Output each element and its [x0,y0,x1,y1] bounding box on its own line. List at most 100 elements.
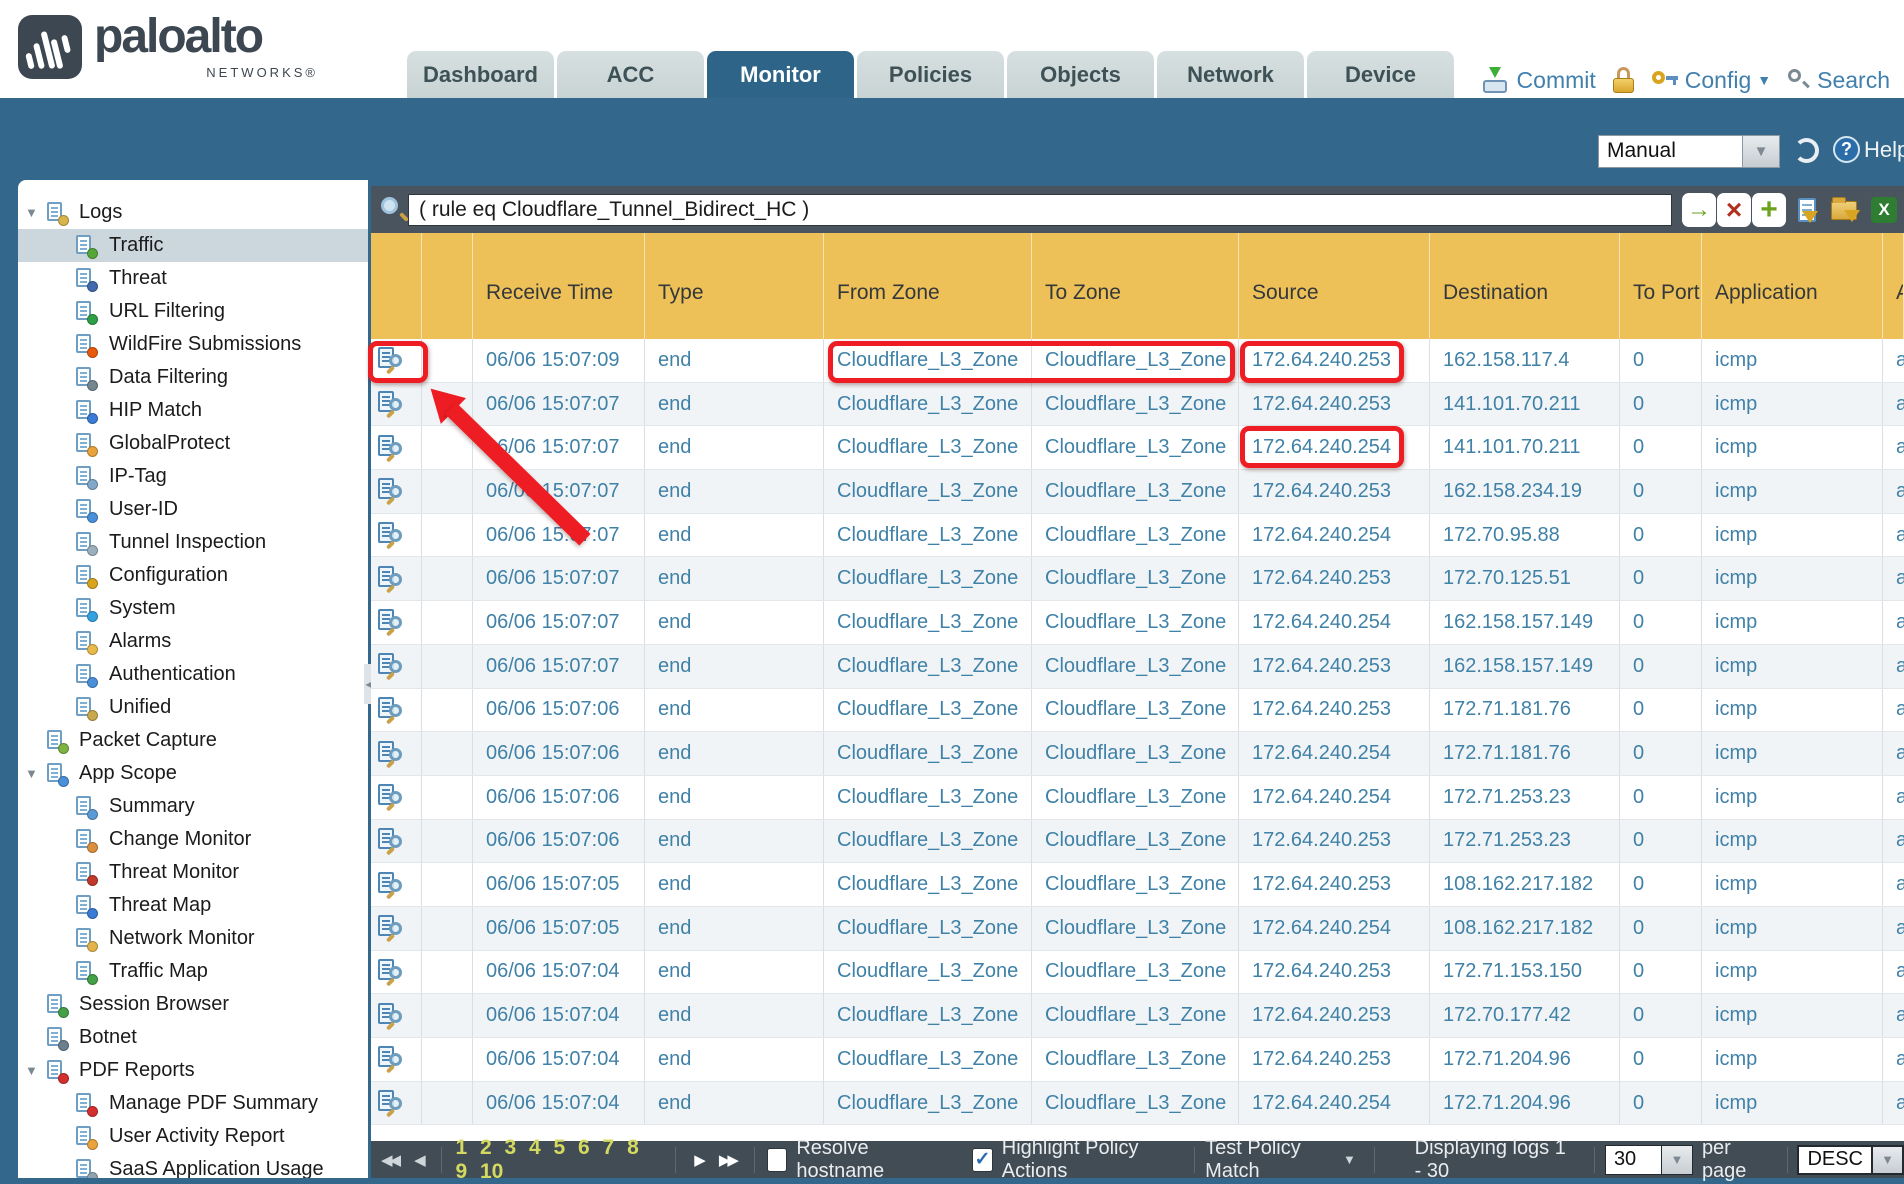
detail-cell[interactable] [371,907,422,950]
column-header-from-zone[interactable]: From Zone [824,233,1032,339]
highlight-policy-checkbox[interactable]: ✓ [972,1148,993,1172]
column-header-action[interactable]: A [1883,233,1904,339]
table-row[interactable]: 06/06 15:07:04endCloudflare_L3_ZoneCloud… [371,1038,1904,1082]
sidebar-item-app-scope[interactable]: ▼App Scope [18,757,368,790]
export-icon[interactable]: X [1867,193,1901,227]
sidebar-item-tunnel-inspection[interactable]: Tunnel Inspection [18,526,368,559]
apply-filter-icon[interactable]: → [1682,193,1716,227]
detail-cell[interactable] [371,383,422,426]
table-row[interactable]: 06/06 15:07:07endCloudflare_L3_ZoneCloud… [371,470,1904,514]
sidebar-item-manage-pdf-summary[interactable]: Manage PDF Summary [18,1087,368,1120]
log-detail-icon[interactable] [377,1002,407,1030]
tab-network[interactable]: Network [1157,51,1304,98]
sidebar-item-traffic[interactable]: Traffic [18,229,368,262]
sidebar-item-session-browser[interactable]: Session Browser [18,988,368,1021]
sidebar-item-threat[interactable]: Threat [18,262,368,295]
table-row[interactable]: 06/06 15:07:05endCloudflare_L3_ZoneCloud… [371,907,1904,951]
table-row[interactable]: 06/06 15:07:06endCloudflare_L3_ZoneCloud… [371,820,1904,864]
column-header-source[interactable]: Source [1239,233,1430,339]
table-row[interactable]: 06/06 15:07:07endCloudflare_L3_ZoneCloud… [371,426,1904,470]
table-row[interactable]: 06/06 15:07:04endCloudflare_L3_ZoneCloud… [371,994,1904,1038]
test-policy-match-button[interactable]: Test Policy Match ▼ [1205,1137,1356,1183]
sidebar-item-user-activity-report[interactable]: User Activity Report [18,1120,368,1153]
table-row[interactable]: 06/06 15:07:09endCloudflare_L3_ZoneCloud… [371,339,1904,383]
log-detail-icon[interactable] [377,565,407,593]
tree-expand-icon[interactable]: ▼ [25,766,43,781]
search-button[interactable]: Search [1787,67,1890,94]
sidebar-item-threat-map[interactable]: Threat Map [18,889,368,922]
column-header-to-port[interactable]: To Port [1620,233,1702,339]
filter-builder-icon[interactable] [1790,193,1824,227]
detail-cell[interactable] [371,689,422,732]
sidebar-item-threat-monitor[interactable]: Threat Monitor [18,856,368,889]
sidebar-item-wildfire-submissions[interactable]: WildFire Submissions [18,328,368,361]
column-header-detail[interactable] [371,233,422,339]
table-row[interactable]: 06/06 15:07:07endCloudflare_L3_ZoneCloud… [371,514,1904,558]
sidebar-item-botnet[interactable]: Botnet [18,1021,368,1054]
sidebar-item-network-monitor[interactable]: Network Monitor [18,922,368,955]
tab-acc[interactable]: ACC [557,51,704,98]
sidebar-item-summary[interactable]: Summary [18,790,368,823]
table-row[interactable]: 06/06 15:07:07endCloudflare_L3_ZoneCloud… [371,601,1904,645]
table-row[interactable]: 06/06 15:07:07endCloudflare_L3_ZoneCloud… [371,557,1904,601]
detail-cell[interactable] [371,470,422,513]
tab-monitor[interactable]: Monitor [707,51,854,98]
detail-cell[interactable] [371,820,422,863]
log-detail-icon[interactable] [377,521,407,549]
sidebar-item-globalprotect[interactable]: GlobalProtect [18,427,368,460]
detail-cell[interactable] [371,1082,422,1125]
sidebar-item-url-filtering[interactable]: URL Filtering [18,295,368,328]
column-header-flag[interactable] [422,233,473,339]
tree-expand-icon[interactable]: ▼ [25,1063,43,1078]
table-row[interactable]: 06/06 15:07:07endCloudflare_L3_ZoneCloud… [371,383,1904,427]
log-detail-icon[interactable] [377,783,407,811]
detail-cell[interactable] [371,863,422,906]
detail-cell[interactable] [371,557,422,600]
resolve-hostname-checkbox[interactable] [767,1148,788,1172]
column-header-receive-time[interactable]: Receive Time [473,233,645,339]
table-row[interactable]: 06/06 15:07:06endCloudflare_L3_ZoneCloud… [371,776,1904,820]
sidebar-item-logs[interactable]: ▼Logs [18,196,368,229]
sidebar-item-alarms[interactable]: Alarms [18,625,368,658]
detail-cell[interactable] [371,994,422,1037]
next-page-button[interactable]: ▶ [694,1151,703,1169]
load-filter-icon[interactable] [1827,193,1861,227]
log-detail-icon[interactable] [377,434,407,462]
log-detail-icon[interactable] [377,696,407,724]
per-page-select[interactable]: 30 ▼ [1605,1145,1693,1175]
sidebar-item-configuration[interactable]: Configuration [18,559,368,592]
table-row[interactable]: 06/06 15:07:06endCloudflare_L3_ZoneCloud… [371,689,1904,733]
chevron-down-icon[interactable]: ▼ [1873,1145,1904,1175]
detail-cell[interactable] [371,514,422,557]
table-row[interactable]: 06/06 15:07:04endCloudflare_L3_ZoneCloud… [371,1082,1904,1126]
sidebar-item-packet-capture[interactable]: Packet Capture [18,724,368,757]
help-button[interactable]: ? Help [1833,136,1904,163]
refresh-mode-select[interactable]: Manual ▼ [1598,135,1780,168]
detail-cell[interactable] [371,732,422,775]
tab-dashboard[interactable]: Dashboard [407,51,554,98]
detail-cell[interactable] [371,339,422,382]
tree-expand-icon[interactable]: ▼ [25,205,43,220]
log-detail-icon[interactable] [377,346,407,374]
sidebar-item-unified[interactable]: Unified [18,691,368,724]
lock-icon[interactable] [1612,67,1636,93]
log-detail-icon[interactable] [377,914,407,942]
log-detail-icon[interactable] [377,871,407,899]
sidebar-item-system[interactable]: System [18,592,368,625]
table-row[interactable]: 06/06 15:07:07endCloudflare_L3_ZoneCloud… [371,645,1904,689]
clear-filter-icon[interactable]: × [1717,193,1751,227]
refresh-icon[interactable] [1794,138,1819,163]
tab-device[interactable]: Device [1307,51,1454,98]
column-header-to-zone[interactable]: To Zone [1032,233,1239,339]
log-detail-icon[interactable] [377,827,407,855]
tab-policies[interactable]: Policies [857,51,1004,98]
sort-order-select[interactable]: DESC ▼ [1797,1145,1904,1175]
add-filter-icon[interactable]: + [1752,193,1786,227]
chevron-down-icon[interactable]: ▼ [1662,1145,1693,1175]
column-header-destination[interactable]: Destination [1430,233,1620,339]
log-detail-icon[interactable] [377,652,407,680]
column-header-type[interactable]: Type [645,233,824,339]
commit-button[interactable]: Commit [1481,67,1596,94]
log-detail-icon[interactable] [377,477,407,505]
log-detail-icon[interactable] [377,740,407,768]
